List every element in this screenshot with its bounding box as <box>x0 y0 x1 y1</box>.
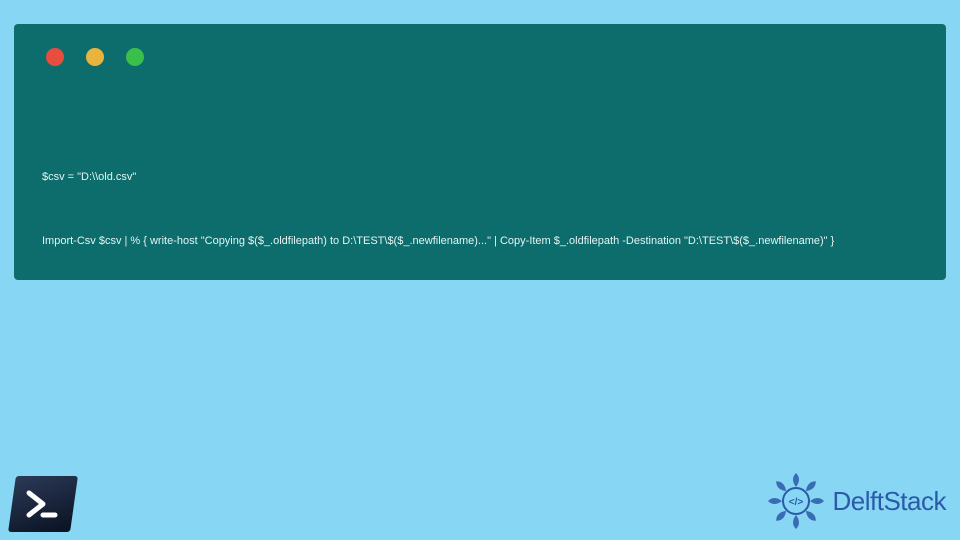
code-window: $csv = "D:\\old.csv" Import-Csv $csv | %… <box>14 24 946 280</box>
delftstack-badge-icon: </> <box>765 470 827 532</box>
powershell-logo-icon <box>8 476 78 532</box>
delftstack-logo: </> DelftStack <box>765 470 947 532</box>
window-controls <box>46 48 918 66</box>
close-icon[interactable] <box>46 48 64 66</box>
code-line-1: $csv = "D:\\old.csv" <box>42 169 918 186</box>
svg-text:</>: </> <box>788 497 803 508</box>
code-line-2: Import-Csv $csv | % { write-host "Copyin… <box>42 233 918 250</box>
code-block: $csv = "D:\\old.csv" Import-Csv $csv | %… <box>42 136 918 296</box>
brand-name: DelftStack <box>833 486 947 517</box>
maximize-icon[interactable] <box>126 48 144 66</box>
minimize-icon[interactable] <box>86 48 104 66</box>
